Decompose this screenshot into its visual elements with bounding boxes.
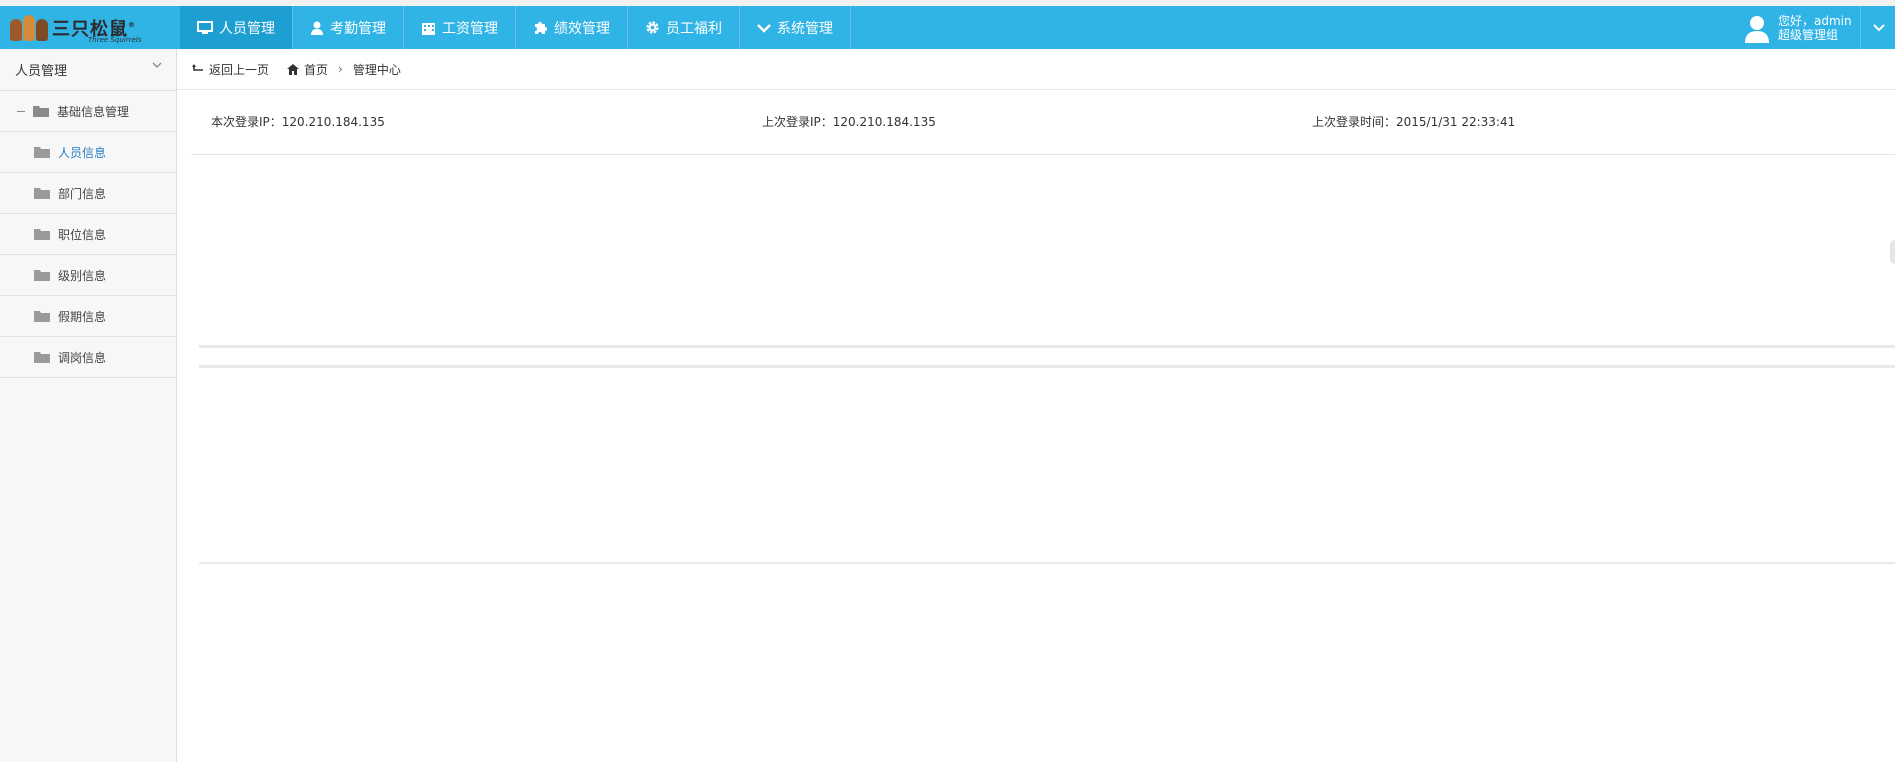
sidebar-item-label: 假期信息 <box>58 309 107 324</box>
folder-icon <box>34 352 50 363</box>
sidebar-item-department-info[interactable]: 部门信息 <box>0 173 176 214</box>
user-icon <box>311 21 323 35</box>
sidebar-item-label: 人员信息 <box>58 145 107 160</box>
nav-label: 人员管理 <box>219 20 275 37</box>
nav-system[interactable]: 系统管理 <box>740 6 851 49</box>
puzzle-icon <box>535 22 547 34</box>
scroll-handle[interactable] <box>1890 240 1895 264</box>
sidebar-item-label: 级别信息 <box>58 268 107 283</box>
brand-subtitle: Three Squirrels <box>88 36 142 44</box>
main-nav: 人员管理 考勤管理 工资管理 绩效管理 员工福利 系统管理 <box>180 6 851 49</box>
home-link[interactable]: 首页 <box>287 61 328 78</box>
breadcrumb: 返回上一页 首页 › 管理中心 <box>177 49 1895 90</box>
main-content: 返回上一页 首页 › 管理中心 本次登录IP：120.210.184.135 上… <box>177 49 1895 762</box>
sidebar-item-label: 调岗信息 <box>58 350 107 365</box>
sidebar-item-personnel-info[interactable]: 人员信息 <box>0 132 176 173</box>
sidebar-item-label: 职位信息 <box>58 227 107 242</box>
sidebar-group-basic-info[interactable]: 基础信息管理 <box>0 91 176 132</box>
panel-divider <box>199 345 1895 348</box>
user-menu-toggle[interactable] <box>1860 6 1895 49</box>
collapse-icon <box>17 110 25 112</box>
nav-label: 员工福利 <box>666 20 722 37</box>
sidebar-header[interactable]: 人员管理 <box>0 49 176 91</box>
nav-performance[interactable]: 绩效管理 <box>516 6 628 49</box>
user-greeting: 您好，admin <box>1778 13 1852 28</box>
folder-icon <box>33 106 49 117</box>
breadcrumb-separator: › <box>338 62 343 76</box>
sidebar-item-position-info[interactable]: 职位信息 <box>0 214 176 255</box>
logo-mascots <box>10 15 48 41</box>
nav-label: 绩效管理 <box>554 20 610 37</box>
nav-label: 系统管理 <box>777 20 833 37</box>
building-icon <box>422 22 435 35</box>
panel-divider <box>199 562 1895 564</box>
top-navigation-bar: 三只松鼠 ® Three Squirrels 人员管理 考勤管理 工资管理 绩效管… <box>0 6 1895 49</box>
nav-salary[interactable]: 工资管理 <box>404 6 516 49</box>
last-login-time: 上次登录时间：2015/1/31 22:33:41 <box>1312 115 1516 129</box>
folder-icon <box>34 270 50 281</box>
system-info-panel <box>191 367 1895 527</box>
sidebar-item-label: 部门信息 <box>58 186 107 201</box>
chevron-down-icon <box>152 62 162 68</box>
home-label: 首页 <box>304 62 329 77</box>
last-login-ip: 上次登录IP：120.210.184.135 <box>762 115 936 129</box>
chevron-down-icon <box>757 23 771 33</box>
user-role: 超级管理组 <box>1778 27 1839 42</box>
nav-label: 工资管理 <box>442 20 498 37</box>
current-login-ip: 本次登录IP：120.210.184.135 <box>211 115 385 129</box>
folder-icon <box>34 188 50 199</box>
nav-personnel[interactable]: 人员管理 <box>180 6 293 49</box>
sidebar: 人员管理 基础信息管理 人员信息 部门信息 职位信息 级别信息 假期信息 调岗信… <box>0 49 177 762</box>
sidebar-item-transfer-info[interactable]: 调岗信息 <box>0 337 176 378</box>
nav-welfare[interactable]: 员工福利 <box>628 6 740 49</box>
login-info-row: 本次登录IP：120.210.184.135 上次登录IP：120.210.18… <box>177 113 1895 129</box>
sidebar-item-holiday-info[interactable]: 假期信息 <box>0 296 176 337</box>
back-label: 返回上一页 <box>209 62 270 77</box>
app-logo[interactable]: 三只松鼠 ® Three Squirrels <box>10 10 172 46</box>
breadcrumb-current: 管理中心 <box>352 62 401 77</box>
monitor-icon <box>197 20 213 34</box>
chevron-down-icon <box>1872 23 1885 31</box>
notice-panel <box>191 154 1895 345</box>
folder-icon <box>34 311 50 322</box>
home-icon <box>287 63 300 75</box>
return-icon <box>192 64 203 71</box>
nav-label: 考勤管理 <box>330 20 386 37</box>
gear-icon <box>646 21 659 34</box>
nav-attendance[interactable]: 考勤管理 <box>293 6 404 49</box>
avatar-icon <box>1745 15 1769 43</box>
back-link[interactable]: 返回上一页 <box>192 61 269 78</box>
sidebar-header-label: 人员管理 <box>15 64 68 79</box>
folder-icon <box>34 147 50 158</box>
sidebar-group-label: 基础信息管理 <box>57 104 130 119</box>
sidebar-item-level-info[interactable]: 级别信息 <box>0 255 176 296</box>
folder-icon <box>34 229 50 240</box>
user-info[interactable]: 您好，admin 超级管理组 <box>1742 6 1852 49</box>
